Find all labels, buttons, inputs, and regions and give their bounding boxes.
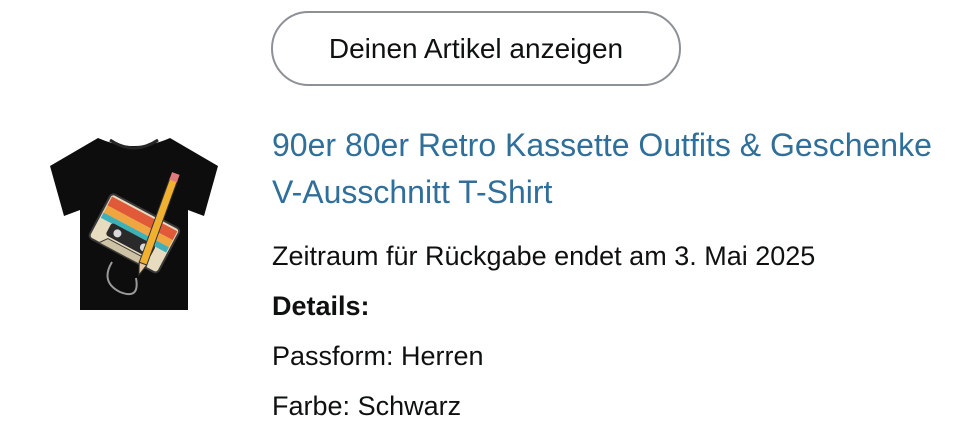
color-detail: Farbe: Schwarz — [272, 389, 461, 423]
product-image[interactable] — [40, 132, 228, 314]
view-item-button[interactable]: Deinen Artikel anzeigen — [271, 11, 681, 86]
fit-label: Passform: — [272, 341, 394, 371]
color-label: Farbe: — [272, 391, 351, 421]
color-value: Schwarz — [357, 391, 462, 421]
product-title-line2: V-Ausschnitt T-Shirt — [272, 174, 553, 210]
return-window-text: Zeitraum für Rückgabe endet am 3. Mai 20… — [272, 241, 816, 271]
fit-detail: Passform: Herren — [272, 339, 484, 373]
order-item-panel: Deinen Artikel anzeigen 90er 80er Retro … — [0, 0, 977, 428]
details-heading: Details: — [272, 291, 370, 321]
product-title-line1: 90er 80er Retro Kassette Outfits & Gesch… — [272, 127, 932, 163]
product-title-link[interactable]: 90er 80er Retro Kassette Outfits & Gesch… — [272, 122, 977, 216]
fit-value: Herren — [401, 341, 484, 371]
view-item-button-label: Deinen Artikel anzeigen — [328, 32, 624, 64]
